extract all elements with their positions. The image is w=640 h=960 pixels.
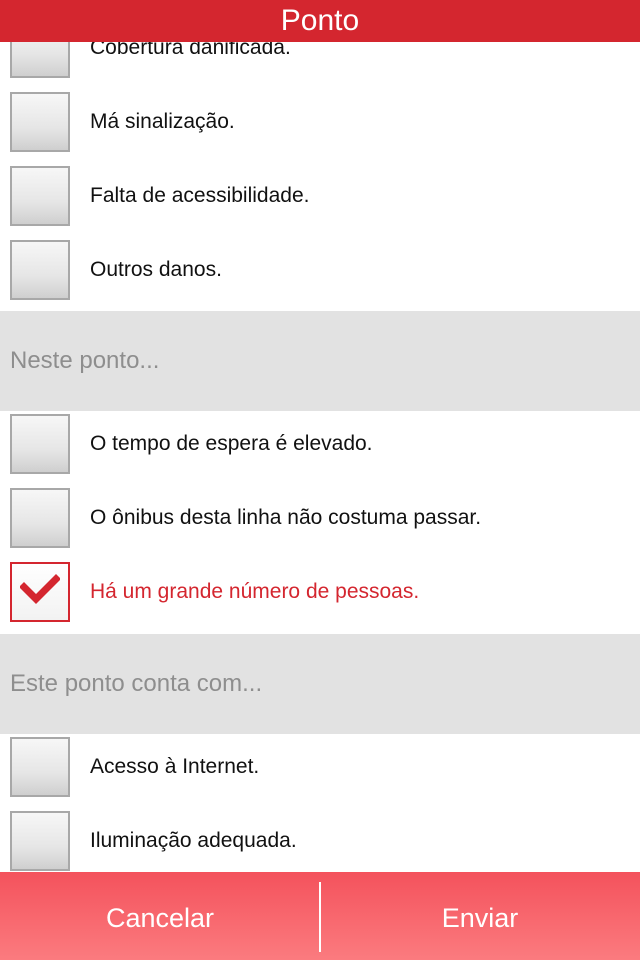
list-item-iluminacao[interactable]: Iluminação adequada. — [0, 811, 640, 872]
bottom-action-bar: Cancelar Enviar — [0, 872, 640, 960]
checkbox-checked[interactable] — [10, 562, 70, 622]
item-label: O ônibus desta linha não costuma passar. — [90, 506, 482, 529]
page-title: Ponto — [280, 4, 360, 37]
list-item-outros-danos[interactable]: Outros danos. — [0, 240, 640, 314]
send-button[interactable]: Enviar — [320, 872, 640, 960]
list-item-onibus-nao-passa[interactable]: O ônibus desta linha não costuma passar. — [0, 488, 640, 562]
item-label: O tempo de espera é elevado. — [90, 432, 373, 455]
section-header-neste-ponto: Neste ponto... — [0, 311, 640, 411]
title-bar: Ponto — [0, 0, 640, 42]
list-item-muitas-pessoas[interactable]: Há um grande número de pessoas. — [0, 562, 640, 636]
item-label: Falta de acessibilidade. — [90, 184, 310, 207]
checkbox[interactable] — [10, 240, 70, 300]
item-label: Iluminação adequada. — [90, 829, 297, 852]
section-title: Neste ponto... — [10, 347, 160, 374]
checkbox[interactable] — [10, 166, 70, 226]
checkbox[interactable] — [10, 811, 70, 871]
cancel-button[interactable]: Cancelar — [0, 872, 320, 960]
checkbox[interactable] — [10, 92, 70, 152]
section-header-este-ponto: Este ponto conta com... — [0, 634, 640, 734]
checkbox[interactable] — [10, 737, 70, 797]
item-label: Má sinalização. — [90, 110, 235, 133]
section-title: Este ponto conta com... — [10, 670, 263, 697]
item-label: Acesso à Internet. — [90, 755, 260, 778]
item-label: Há um grande número de pessoas. — [90, 580, 420, 603]
list-item-internet[interactable]: Acesso à Internet. — [0, 737, 640, 811]
list-item-acessibilidade[interactable]: Falta de acessibilidade. — [0, 166, 640, 240]
checkbox[interactable] — [10, 488, 70, 548]
form-list[interactable]: Cobertura danificada. Má sinalização. Fa… — [0, 0, 640, 872]
item-label: Outros danos. — [90, 258, 222, 281]
list-item-tempo-espera[interactable]: O tempo de espera é elevado. — [0, 414, 640, 488]
list-item-sinalizacao[interactable]: Má sinalização. — [0, 92, 640, 166]
checkmark-icon — [20, 574, 60, 604]
checkbox[interactable] — [10, 414, 70, 474]
